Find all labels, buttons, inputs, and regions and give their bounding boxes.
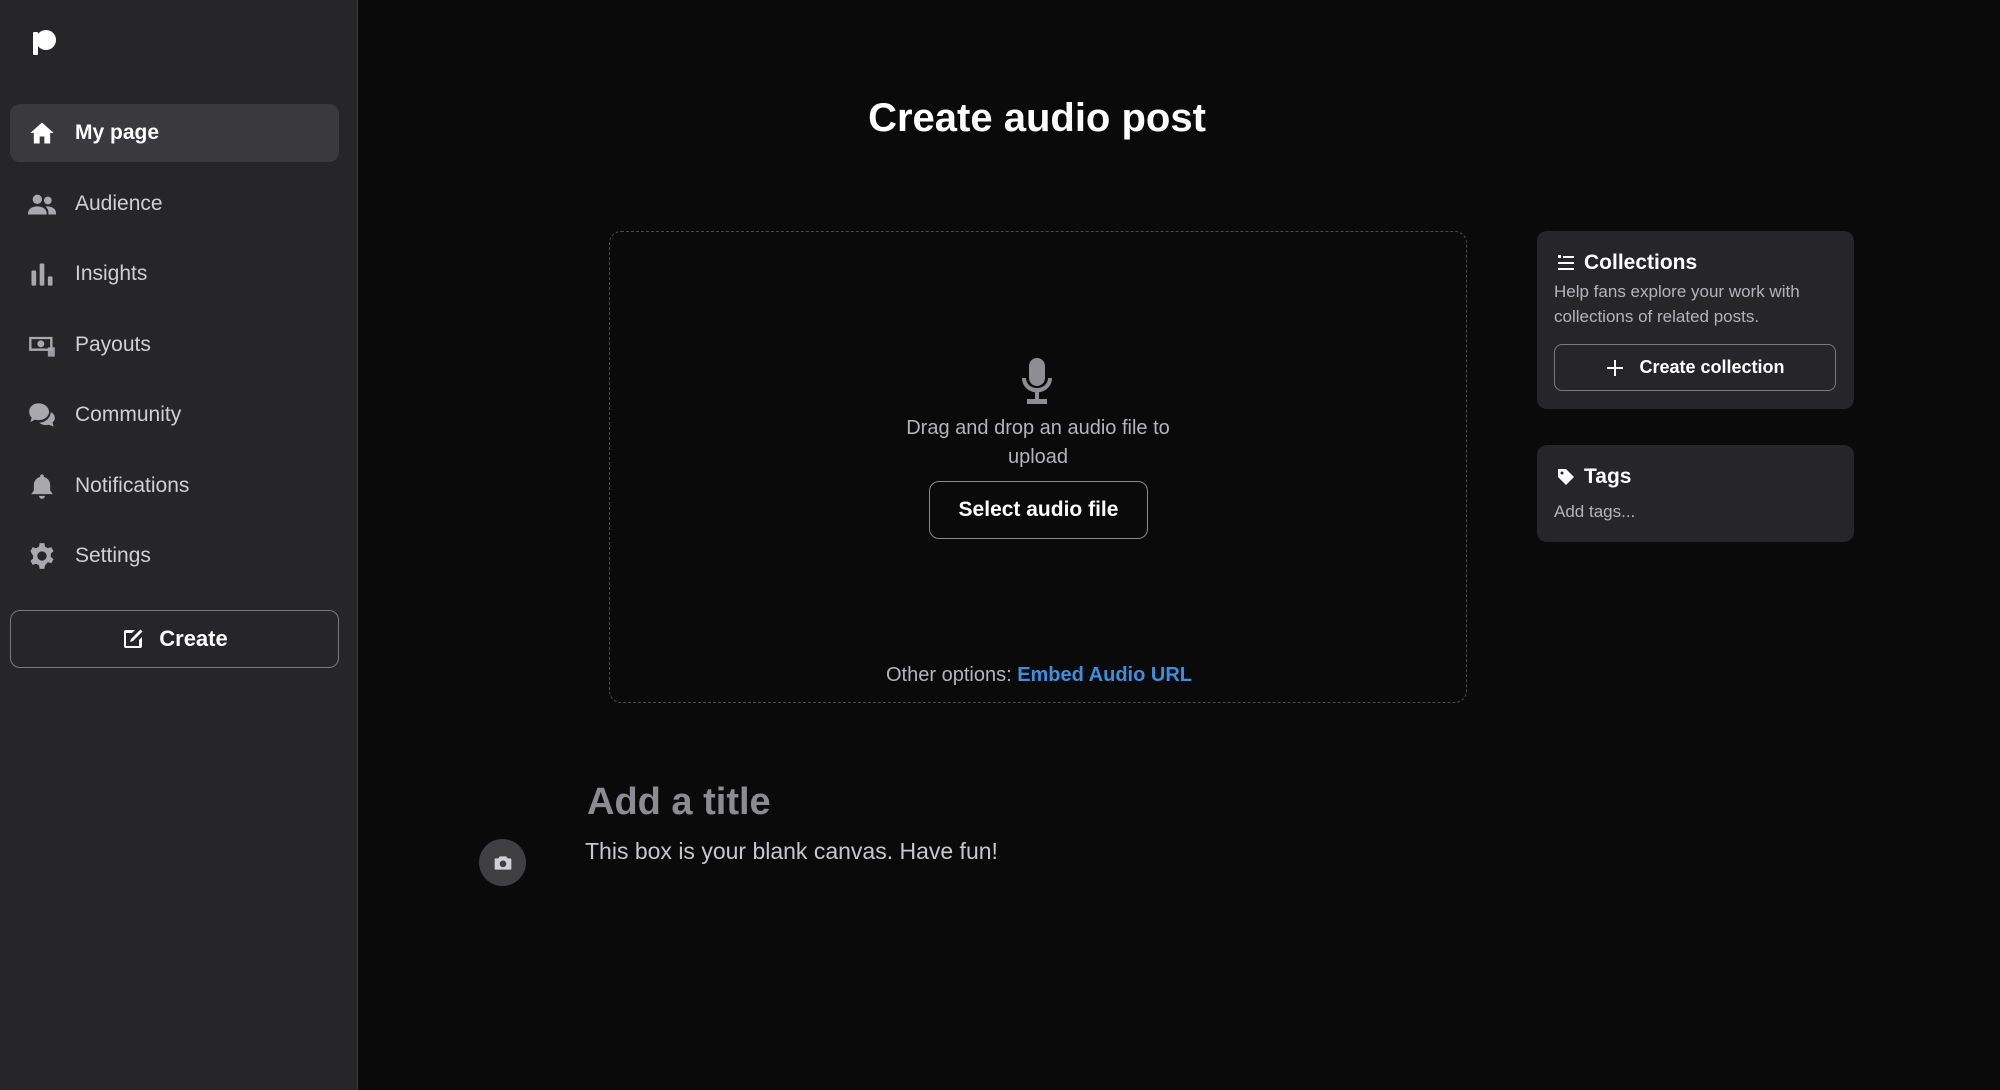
chat-bubbles-icon [28, 401, 56, 429]
collections-panel: Collections Help fans explore your work … [1537, 231, 1854, 409]
create-collection-label: Create collection [1639, 357, 1785, 377]
camera-icon [493, 853, 513, 873]
money-icon [28, 331, 56, 359]
other-options: Other options: Embed Audio URL [610, 664, 1468, 687]
sidebar-item-settings[interactable]: Settings [10, 527, 339, 585]
patreon-logo-icon[interactable] [28, 28, 58, 58]
bell-icon [28, 472, 56, 500]
microphone-icon [1014, 356, 1060, 406]
post-title-input[interactable] [587, 779, 1467, 825]
collections-icon [1556, 253, 1576, 273]
tag-icon [1556, 467, 1576, 487]
page-title: Create audio post [868, 96, 1206, 140]
sidebar-item-audience[interactable]: Audience [10, 175, 339, 233]
home-icon [28, 119, 56, 147]
insert-image-button[interactable] [479, 839, 526, 886]
gear-icon [28, 542, 56, 570]
sidebar-item-payouts[interactable]: Payouts [10, 316, 339, 374]
tags-input[interactable] [1554, 499, 1834, 525]
collections-title: Collections [1584, 251, 1698, 274]
sidebar: My page Audience Insights Payouts Commun… [0, 0, 358, 1090]
create-button[interactable]: Create [10, 610, 339, 668]
tags-panel: Tags [1537, 445, 1854, 542]
edit-icon [121, 627, 145, 651]
sidebar-item-label: Community [75, 403, 182, 426]
sidebar-item-notifications[interactable]: Notifications [10, 457, 339, 515]
create-collection-button[interactable]: Create collection [1554, 344, 1836, 391]
sidebar-item-label: Insights [75, 262, 148, 285]
collections-description: Help fans explore your work with collect… [1554, 282, 1800, 326]
app-root: My page Audience Insights Payouts Commun… [0, 0, 2000, 1090]
dropzone-text: Drag and drop an audio file to upload [906, 417, 1170, 468]
create-button-label: Create [159, 626, 228, 651]
sidebar-nav: My page Audience Insights Payouts Commun… [10, 104, 339, 598]
sidebar-item-insights[interactable]: Insights [10, 245, 339, 303]
sidebar-item-label: Audience [75, 191, 163, 215]
sidebar-item-label: Payouts [75, 332, 151, 356]
select-audio-file-button[interactable]: Select audio file [929, 481, 1148, 539]
sidebar-item-label: Settings [75, 544, 151, 567]
collections-header: Collections [1556, 251, 1697, 275]
sidebar-item-my-page[interactable]: My page [10, 104, 339, 162]
bar-chart-icon [28, 260, 56, 288]
plus-icon [1605, 358, 1625, 378]
sidebar-item-community[interactable]: Community [10, 386, 339, 444]
tags-header: Tags [1556, 465, 1631, 489]
people-icon [28, 190, 56, 218]
embed-audio-url-link[interactable]: Embed Audio URL [1017, 664, 1192, 686]
other-options-label: Other options: [886, 664, 1012, 686]
post-body-editor[interactable]: This box is your blank canvas. Have fun! [585, 838, 998, 865]
audio-dropzone[interactable]: Drag and drop an audio file to upload Se… [609, 231, 1467, 703]
sidebar-item-label: Notifications [75, 473, 190, 497]
sidebar-item-label: My page [75, 121, 160, 144]
tags-title: Tags [1584, 465, 1632, 488]
